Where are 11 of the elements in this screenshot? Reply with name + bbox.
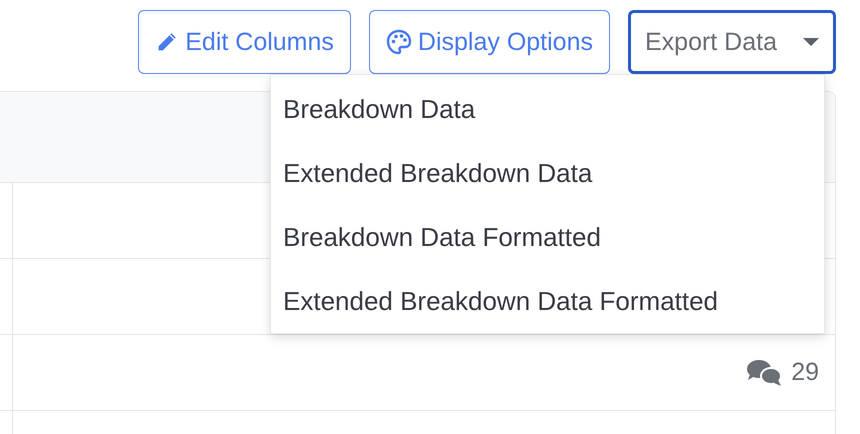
export-dropdown[interactable]: Export Data [628, 10, 836, 74]
menu-item[interactable]: Breakdown Data Formatted [271, 205, 824, 269]
menu-item[interactable]: Extended Breakdown Data [271, 141, 824, 205]
caret-icon [803, 38, 819, 46]
edit-columns-button[interactable]: Edit Columns [138, 10, 351, 74]
display-options-button[interactable]: Display Options [368, 10, 610, 74]
comment-count: 29 [791, 358, 819, 387]
comments-icon [747, 358, 784, 386]
palette-icon [386, 29, 412, 55]
menu-item[interactable]: Extended Breakdown Data Formatted [271, 269, 824, 333]
menu-item[interactable]: Breakdown Data [271, 77, 824, 141]
